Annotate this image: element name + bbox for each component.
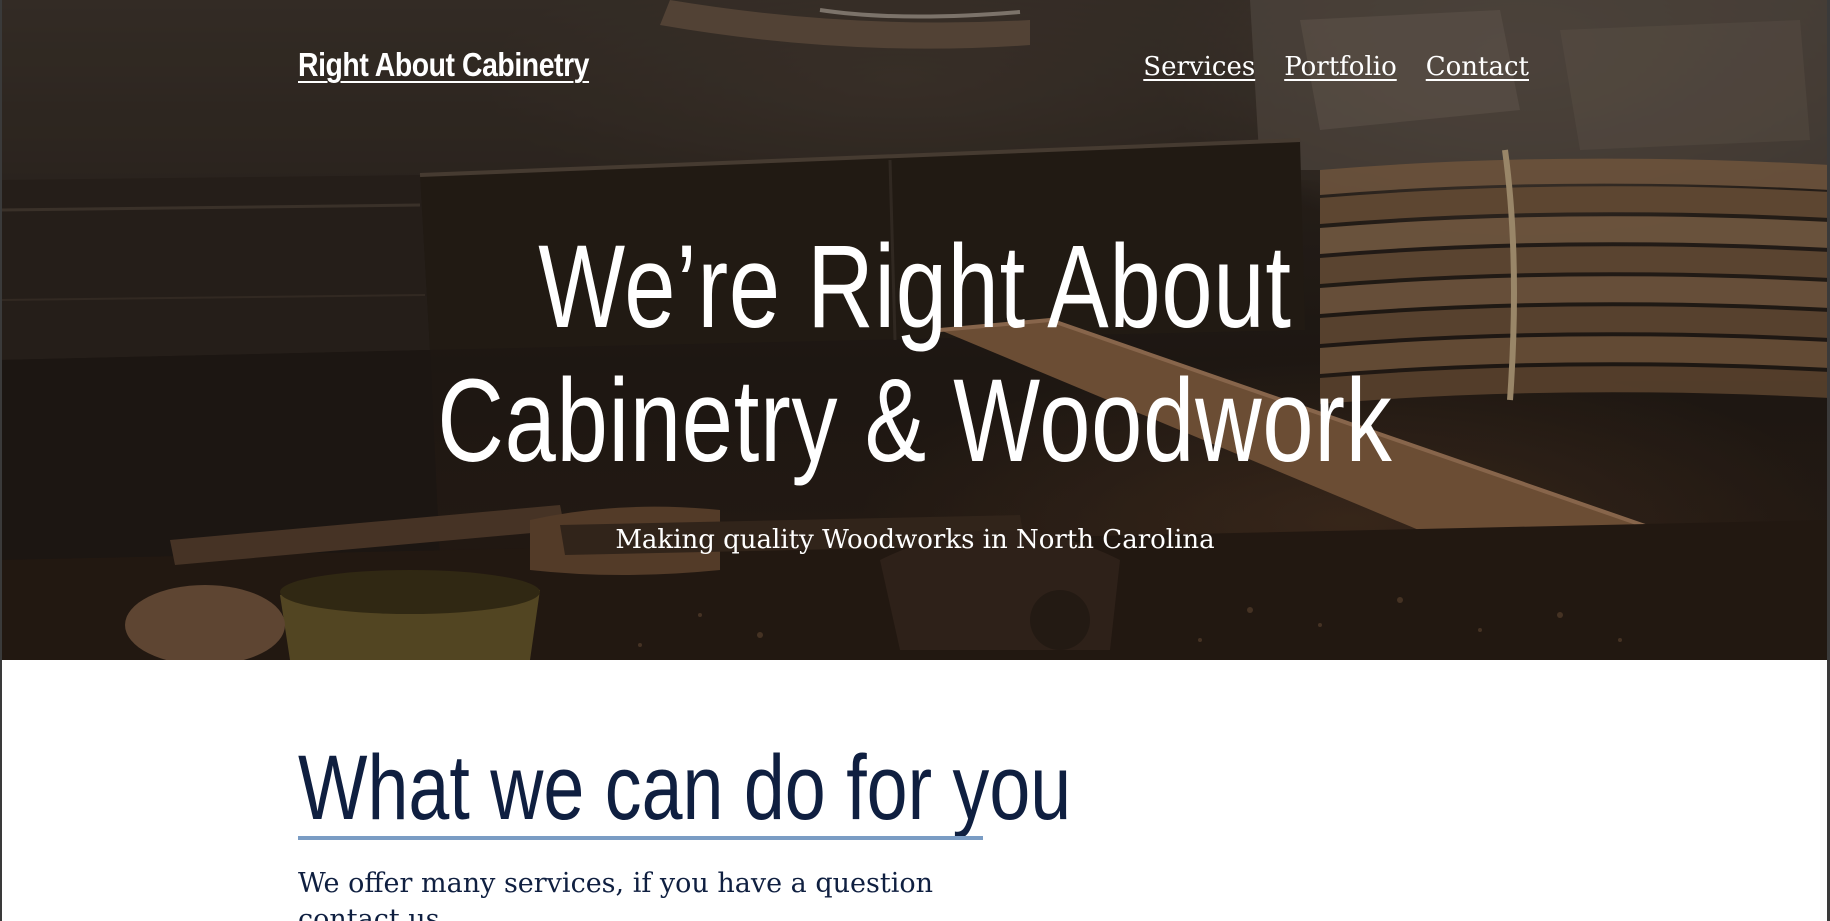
heading-underline bbox=[298, 836, 983, 840]
main-nav: Services Portfolio Contact bbox=[1143, 52, 1529, 82]
hero-banner: Right About Cabinetry Services Portfolio… bbox=[0, 0, 1830, 660]
nav-link-services[interactable]: Services bbox=[1143, 52, 1255, 82]
site-logo-link[interactable]: Right About Cabinetry bbox=[298, 46, 589, 84]
hero-subtitle: Making quality Woodworks in North Caroli… bbox=[615, 525, 1215, 555]
services-heading: What we can do for you bbox=[298, 737, 1072, 839]
nav-link-portfolio[interactable]: Portfolio bbox=[1284, 52, 1397, 82]
hero-title-line-2: Cabinetry & Woodwork bbox=[437, 355, 1393, 487]
page: Right About Cabinetry Services Portfolio… bbox=[0, 0, 1830, 921]
services-description: We offer many services, if you have a qu… bbox=[298, 868, 934, 921]
hero-title-line-1: We’re Right About bbox=[538, 221, 1292, 353]
nav-link-contact[interactable]: Contact bbox=[1426, 52, 1529, 82]
hero-title: We’re Right About Cabinetry & Woodwork bbox=[201, 220, 1628, 488]
